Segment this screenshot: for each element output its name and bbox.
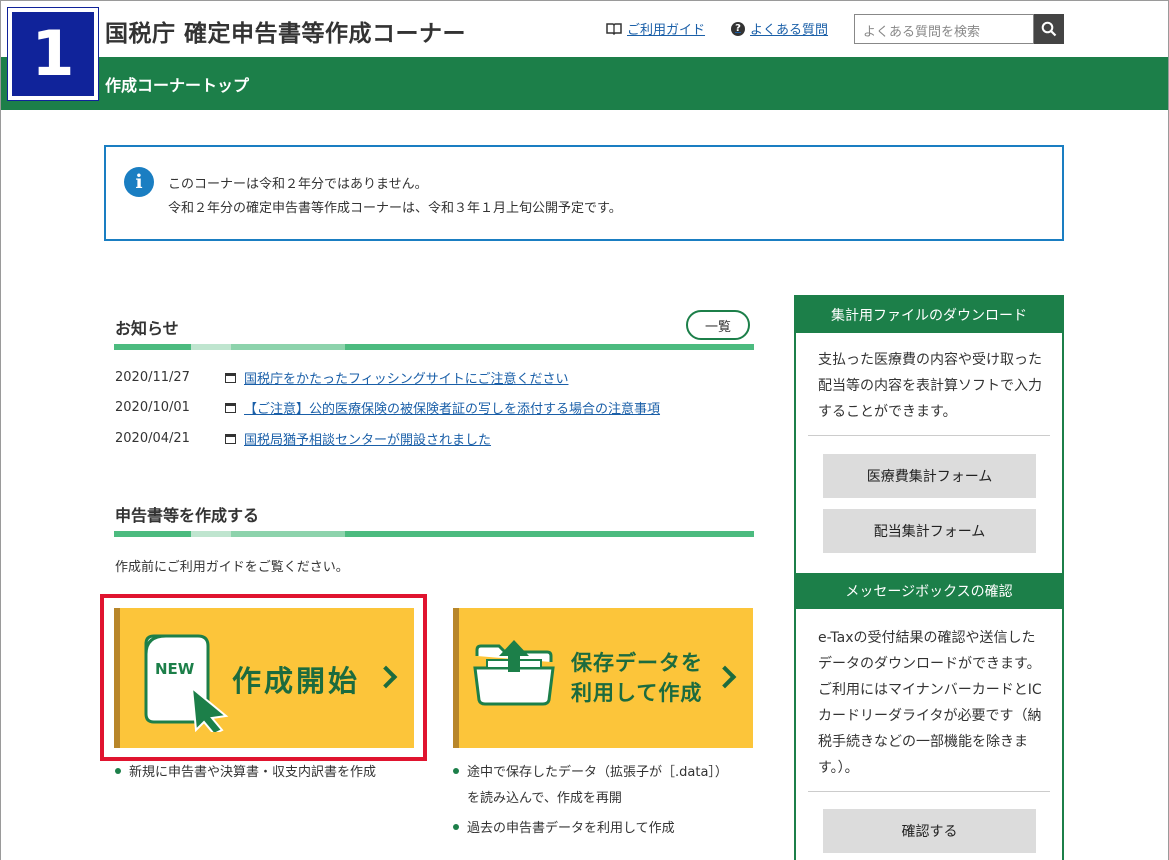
chevron-right-icon (374, 665, 398, 689)
reuse-bullet-text: 過去の申告書データを利用して作成 (467, 821, 675, 836)
start-create-label: 作成開始 (232, 664, 361, 698)
reuse-bullet-2: 過去の申告書データを利用して作成 (453, 816, 675, 842)
reuse-data-button[interactable]: 保存データを 利用して作成 (453, 608, 753, 748)
bullet-dot (453, 767, 459, 774)
reuse-label-line-1: 保存データを (571, 651, 703, 675)
window-icon (225, 372, 236, 383)
site-title[interactable]: 国税庁 確定申告書等作成コーナー (105, 14, 466, 48)
search-icon (1041, 21, 1057, 37)
sidebar: 集計用ファイルのダウンロード 支払った医療費の内容や受け取った配当等の内容を表計… (794, 295, 1064, 860)
window-icon (225, 433, 236, 444)
message-header: メッセージボックスの確認 (796, 573, 1062, 609)
create-divider (114, 531, 754, 537)
news-link[interactable]: 国税庁をかたったフィッシングサイトにご注意ください (244, 368, 568, 387)
news-item: 2020/10/01 【ご注意】公的医療保険の被保険者証の写しを添付する場合の注… (115, 398, 660, 417)
step-number: 1 (31, 17, 75, 90)
notice-line-2: 令和２年分の確定申告書等作成コーナーは、令和３年１月上旬公開予定です。 (168, 201, 622, 216)
faq-link[interactable]: ? よくある質問 (731, 19, 828, 38)
svg-text:NEW: NEW (155, 660, 195, 678)
download-text: 支払った医療費の内容や受け取った配当等の内容を表計算ソフトで入力することができま… (818, 352, 1042, 420)
new-document-icon: NEW (144, 634, 229, 732)
news-item: 2020/11/27 国税庁をかたったフィッシングサイトにご注意ください (115, 368, 568, 387)
reuse-label-line-2: 利用して作成 (571, 681, 703, 705)
book-icon (606, 23, 622, 35)
create-title: 申告書等を作成する (115, 506, 260, 525)
guide-link[interactable]: ご利用ガイド (606, 19, 705, 38)
reuse-bullet-text: 途中で保存したデータ（拡張子が［.data］） (467, 765, 728, 780)
news-link[interactable]: 国税局猶予相談センターが開設されました (244, 429, 491, 448)
window-icon (225, 402, 236, 413)
notice-box: i このコーナーは令和２年分ではありません。 令和２年分の確定申告書等作成コーナ… (104, 145, 1064, 241)
guide-link-label[interactable]: ご利用ガイド (627, 19, 705, 38)
message-text: e-Taxの受付結果の確認や送信したデータのダウンロードができます。ご利用にはマ… (818, 630, 1042, 776)
news-date: 2020/11/27 (115, 370, 190, 385)
news-date: 2020/10/01 (115, 400, 190, 415)
news-item: 2020/04/21 国税局猶予相談センターが開設されました (115, 429, 491, 448)
folder-upload-icon (473, 640, 555, 706)
reuse-bullet-text-cont: を読み込んで、作成を再開 (467, 791, 622, 806)
reuse-bullet-1: 途中で保存したデータ（拡張子が［.data］） を読み込んで、作成を再開 (453, 760, 728, 812)
question-icon: ? (731, 21, 745, 36)
breadcrumb-bar: 作成コーナートップ (1, 57, 1168, 110)
start-create-button[interactable]: NEW 作成開始 (114, 608, 414, 748)
confirm-button[interactable]: 確認する (823, 809, 1036, 853)
create-guide-text: 作成前にご利用ガイドをご覧ください。 (115, 560, 349, 575)
dividend-form-button[interactable]: 配当集計フォーム (823, 509, 1036, 553)
bullet-dot (115, 767, 121, 774)
sidebar-divider (808, 791, 1050, 792)
medical-form-button[interactable]: 医療費集計フォーム (823, 454, 1036, 498)
news-date: 2020/04/21 (115, 431, 190, 446)
faq-link-label[interactable]: よくある質問 (750, 19, 828, 38)
reuse-data-label: 保存データを 利用して作成 (571, 648, 703, 708)
news-title: お知らせ (115, 319, 179, 338)
news-divider (114, 344, 754, 350)
step-number-badge: 1 (8, 8, 98, 100)
bullet-dot (453, 823, 459, 830)
news-link[interactable]: 【ご注意】公的医療保険の被保険者証の写しを添付する場合の注意事項 (244, 398, 660, 417)
sidebar-divider (808, 435, 1050, 436)
notice-line-1: このコーナーは令和２年分ではありません。 (168, 177, 428, 192)
start-bullet-text: 新規に申告書や決算書・収支内訳書を作成 (129, 765, 377, 780)
download-header: 集計用ファイルのダウンロード (796, 297, 1062, 333)
news-list-button[interactable]: 一覧 (686, 310, 750, 340)
chevron-right-icon (713, 665, 737, 689)
breadcrumb: 作成コーナートップ (105, 76, 250, 95)
info-icon: i (124, 167, 154, 197)
search-input[interactable]: よくある質問を検索 (854, 14, 1034, 44)
start-bullet-1: 新規に申告書や決算書・収支内訳書を作成 (115, 760, 376, 786)
search-button[interactable] (1034, 14, 1064, 44)
